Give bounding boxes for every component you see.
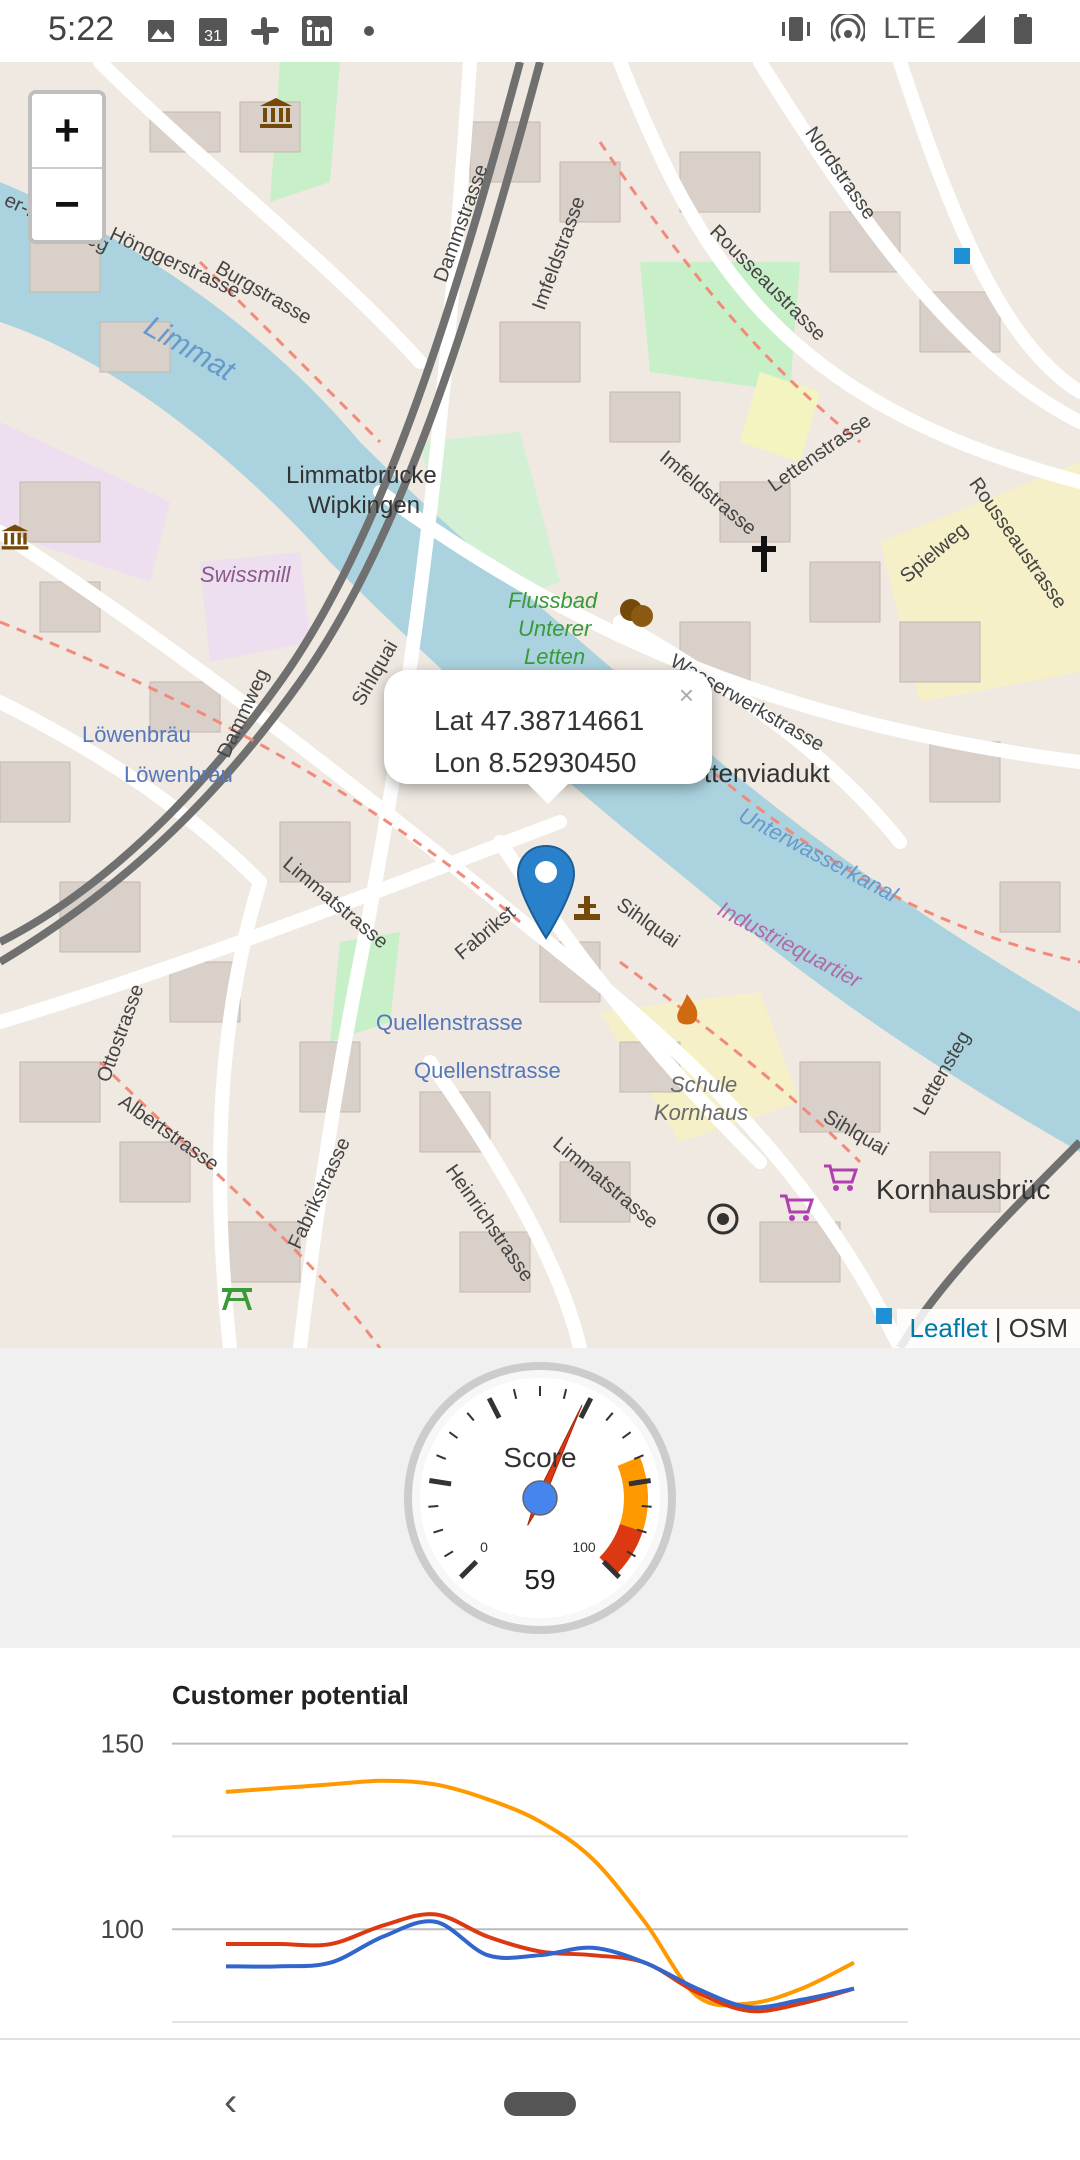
signal-icon [954,12,988,46]
chart-ytick-label: 100 [101,1914,144,1944]
dot-icon [352,14,386,48]
gauge-minor-tick [428,1505,439,1508]
shop-icon [778,1192,815,1227]
zoom-in-button[interactable]: + [32,94,102,167]
museum-icon [0,522,30,557]
linkedin-icon [300,14,334,48]
leaflet-link[interactable]: Leaflet [909,1313,987,1343]
bus-stop-icon [954,248,970,269]
notification-icons: 31 [144,14,386,48]
map-label-lowenbrau-2: Löwenbräu [124,762,233,787]
museum-icon [258,96,294,135]
location-popup: Lat 47.38714661 Lon 8.52930450 × [384,670,712,784]
gauge-minor-tick [641,1505,652,1508]
network-type: LTE [883,12,936,45]
gauge-min-label: 0 [480,1539,488,1555]
gauge-max-label: 100 [572,1539,596,1555]
fire-station-icon [672,992,702,1033]
popup-latitude: Lat 47.38714661 [434,705,645,736]
map-label-quellenstrasse-2: Quellenstrasse [414,1058,561,1083]
gauge-hub [522,1480,558,1516]
map-label-quellenstrasse-1: Quellenstrasse [376,1010,523,1035]
map-view[interactable]: Limmat Limmatbrücke Wipkingen Swissmill … [0,62,1080,1348]
status-bar: 5:22 31 LTE [0,0,1080,62]
gauge-major-tick [428,1478,452,1487]
gauge-major-tick [628,1478,652,1487]
hotspot-icon [831,12,866,46]
status-time: 5:22 [48,10,115,48]
location-marker-icon[interactable] [514,842,578,947]
line-chart: 100 150 [101,1729,908,2023]
gauge-label: Score [503,1442,577,1473]
chart-series-line-0 [225,1778,855,2008]
back-button[interactable]: ‹ [224,2080,237,2125]
score-gauge: 0 100 [404,1362,676,1634]
map-label-wipkingen: Wipkingen [308,492,421,519]
slack-icon [248,14,282,48]
gauge-value: 59 [524,1564,556,1595]
shop-icon [822,1162,859,1197]
target-icon [706,1202,740,1241]
system-icons: LTE [779,12,1040,46]
gauge-panel: 0 100 Score 59 [0,1348,1080,1648]
map-label-limmatbrucke: Limmatbrücke [286,462,437,489]
map-label-lowenbrau-1: Löwenbräu [82,722,191,747]
map-attribution: Leaflet | OSM [897,1309,1080,1348]
map-label-viadukt: ttenviadukt [704,758,830,788]
theatre-icon [618,596,654,635]
map-label-schule: Schule [670,1072,738,1097]
map-label-swissmill: Swissmill [200,562,291,587]
zoom-out-button[interactable]: − [32,167,102,240]
osm-link[interactable]: OSM [1009,1313,1068,1343]
image-icon [144,14,178,48]
map-label-flussbad-2: Unterer [518,616,592,641]
picnic-icon [220,1282,254,1317]
map-label-kornhausbrucke: Kornhausbrüc [876,1174,1051,1205]
calendar-icon: 31 [196,14,230,48]
popup-tip [526,782,570,804]
chart-series-line-2 [225,1919,855,2010]
navigation-bar: ‹ [0,2040,1080,2160]
popup-close-button[interactable]: × [679,680,694,711]
home-button[interactable] [504,2092,576,2116]
svg-text:31: 31 [204,28,222,45]
bus-stop-icon [876,1308,892,1329]
vibrate-icon [779,12,813,46]
map-label-kornhaus: Kornhaus [654,1100,749,1125]
customer-potential-chart: Customer potential 100 150 [0,1648,1080,2040]
map-label-flussbad-3: Letten [524,644,586,669]
map-label-flussbad-1: Flussbad [508,588,598,613]
zoom-control: + − [28,90,106,244]
church-icon [748,534,780,579]
popup-longitude: Lon 8.52930450 [434,747,637,778]
chart-ytick-label: 150 [101,1729,144,1759]
battery-icon [1006,12,1040,46]
